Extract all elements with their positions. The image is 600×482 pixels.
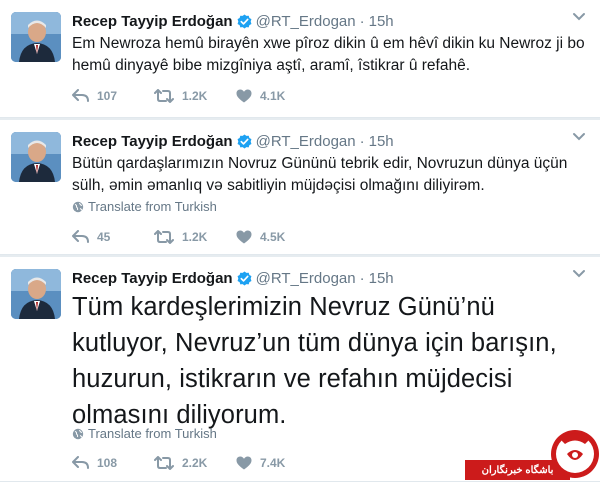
author-handle[interactable]: @RT_Erdogan bbox=[256, 13, 356, 30]
retweet-button[interactable]: 1.2K bbox=[154, 230, 236, 244]
translate-label: Translate from Turkish bbox=[88, 199, 217, 214]
like-count: 4.5K bbox=[260, 230, 286, 244]
heart-icon bbox=[236, 456, 252, 470]
globe-icon bbox=[72, 428, 84, 439]
retweet-icon bbox=[154, 230, 174, 244]
watermark-logo-icon bbox=[551, 430, 599, 478]
reply-icon bbox=[72, 230, 89, 243]
tweet-header: Recep Tayyip Erdoğan @RT_Erdogan · 15h bbox=[72, 131, 394, 151]
retweet-button[interactable]: 1.2K bbox=[154, 89, 236, 103]
chevron-down-icon[interactable] bbox=[572, 269, 586, 279]
chevron-down-icon[interactable] bbox=[572, 132, 586, 142]
retweet-icon bbox=[154, 89, 174, 103]
like-button[interactable]: 7.4K bbox=[236, 456, 318, 470]
verified-icon bbox=[237, 270, 252, 286]
retweet-count: 2.2K bbox=[182, 456, 208, 470]
separator: · bbox=[359, 132, 365, 150]
author-handle[interactable]: @RT_Erdogan bbox=[256, 270, 356, 287]
author-name[interactable]: Recep Tayyip Erdoğan bbox=[72, 133, 233, 150]
like-count: 7.4K bbox=[260, 456, 286, 470]
author-handle[interactable]: @RT_Erdogan bbox=[256, 133, 356, 150]
timestamp[interactable]: 15h bbox=[369, 270, 394, 287]
reply-icon bbox=[72, 456, 89, 469]
watermark-badge: باشگاه خبرنگاران bbox=[465, 424, 600, 482]
reply-button[interactable]: 45 bbox=[72, 230, 154, 244]
reply-icon bbox=[72, 89, 89, 102]
translate-link[interactable]: Translate from Turkish bbox=[72, 426, 217, 441]
globe-icon bbox=[72, 201, 84, 212]
tweet-text: Em Newroza hemû birayên xwe pîroz dikin … bbox=[72, 35, 585, 74]
chevron-down-icon[interactable] bbox=[572, 12, 586, 22]
timestamp[interactable]: 15h bbox=[369, 13, 394, 30]
tweet-header: Recep Tayyip Erdoğan @RT_Erdogan · 15h bbox=[72, 268, 394, 288]
reply-count: 45 bbox=[97, 230, 111, 244]
verified-icon bbox=[237, 133, 252, 149]
verified-icon bbox=[237, 13, 252, 29]
retweet-icon bbox=[154, 456, 174, 470]
translate-label: Translate from Turkish bbox=[88, 426, 217, 441]
heart-icon bbox=[236, 89, 252, 103]
author-name[interactable]: Recep Tayyip Erdoğan bbox=[72, 13, 233, 30]
tweet-actions: 45 1.2K 4.5K bbox=[72, 230, 318, 244]
like-button[interactable]: 4.1K bbox=[236, 89, 318, 103]
author-name[interactable]: Recep Tayyip Erdoğan bbox=[72, 270, 233, 287]
avatar[interactable] bbox=[11, 269, 61, 319]
avatar[interactable] bbox=[11, 132, 61, 182]
timestamp[interactable]: 15h bbox=[369, 133, 394, 150]
like-count: 4.1K bbox=[260, 89, 286, 103]
tweet-text: Tüm kardeşlerimizin Nevruz Günü’nü kutlu… bbox=[72, 293, 557, 429]
tweet-actions: 107 1.2K 4.1K bbox=[72, 89, 318, 103]
reply-button[interactable]: 107 bbox=[72, 89, 154, 103]
retweet-count: 1.2K bbox=[182, 89, 208, 103]
separator: · bbox=[359, 12, 365, 30]
translate-link[interactable]: Translate from Turkish bbox=[72, 199, 217, 214]
tweet-header: Recep Tayyip Erdoğan @RT_Erdogan · 15h bbox=[72, 11, 394, 31]
reply-button[interactable]: 108 bbox=[72, 456, 154, 470]
retweet-button[interactable]: 2.2K bbox=[154, 456, 236, 470]
reply-count: 107 bbox=[97, 89, 118, 103]
separator: · bbox=[359, 269, 365, 287]
heart-icon bbox=[236, 230, 252, 244]
avatar[interactable] bbox=[11, 12, 61, 62]
retweet-count: 1.2K bbox=[182, 230, 208, 244]
reply-count: 108 bbox=[97, 456, 118, 470]
tweet-text: Bütün qardaşlarımızın Novruz Gününü tebr… bbox=[72, 155, 568, 194]
tweet[interactable]: Recep Tayyip Erdoğan @RT_Erdogan · 15h B… bbox=[0, 120, 600, 255]
like-button[interactable]: 4.5K bbox=[236, 230, 318, 244]
tweet[interactable]: Recep Tayyip Erdoğan @RT_Erdogan · 15h E… bbox=[0, 0, 600, 118]
tweet-actions: 108 2.2K 7.4K bbox=[72, 456, 318, 470]
